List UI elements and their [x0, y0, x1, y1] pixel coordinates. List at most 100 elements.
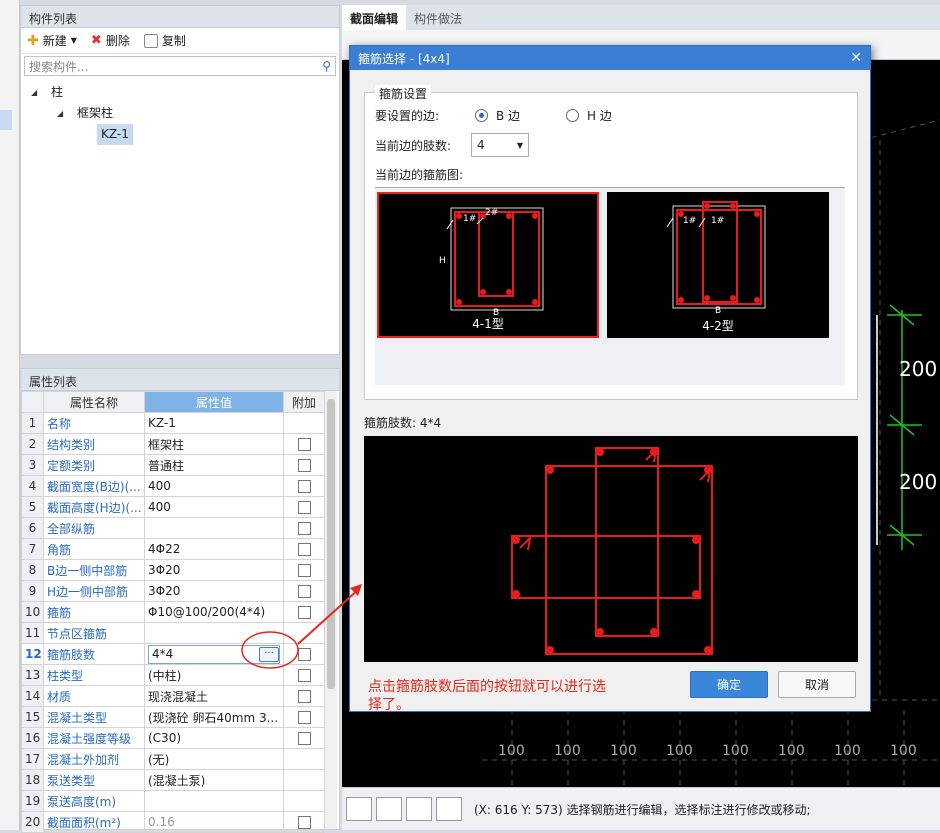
value-cell[interactable]: 现浇混凝土: [144, 685, 284, 707]
extra-checkbox[interactable]: [297, 711, 311, 724]
value-cell[interactable]: [144, 517, 284, 539]
component-list-title: 构件列表: [21, 6, 339, 28]
ok-button[interactable]: 确定: [690, 671, 768, 698]
dimension-label[interactable]: 200: [899, 357, 937, 381]
extra-cell: [283, 454, 325, 476]
value-cell[interactable]: 4*4 ···: [144, 643, 284, 665]
editor-tabs: 截面编辑 构件做法: [342, 5, 940, 30]
row-index: 9: [21, 580, 44, 602]
tree-node-frame-column[interactable]: ◢ 框架柱: [21, 103, 339, 124]
draw-line-button[interactable]: [376, 797, 402, 821]
value-cell[interactable]: Φ10@100/200(4*4): [144, 601, 284, 623]
delete-button[interactable]: ✖ 删除: [89, 30, 132, 51]
ortho-mode-button[interactable]: [346, 797, 372, 821]
value-cell[interactable]: (C30): [144, 727, 284, 749]
table-row[interactable]: 20 截面面积(m²) 0.16: [21, 811, 325, 833]
value-cell[interactable]: (中柱): [144, 664, 284, 686]
stirrup-count-input[interactable]: 4*4 ···: [148, 644, 280, 664]
table-row[interactable]: 13 柱类型 (中柱): [21, 664, 325, 686]
value-cell[interactable]: KZ-1: [144, 412, 284, 434]
extra-checkbox[interactable]: [297, 459, 311, 472]
add-point-button[interactable]: [436, 797, 462, 821]
table-row[interactable]: 4 截面宽度(B边)(... 400: [21, 475, 325, 497]
dimension-label[interactable]: 200: [899, 470, 937, 494]
table-row[interactable]: 6 全部纵筋: [21, 517, 325, 539]
table-row[interactable]: 9 H边一侧中部筋 3Φ20: [21, 580, 325, 602]
value-cell[interactable]: [144, 790, 284, 812]
table-row[interactable]: 16 混凝土强度等级 (C30): [21, 727, 325, 749]
extra-cell: [283, 643, 325, 665]
row-index: 1: [21, 412, 44, 434]
table-row[interactable]: 15 混凝土类型 (现浇砼 卵石40mm 3...: [21, 706, 325, 728]
extra-checkbox[interactable]: [297, 438, 311, 451]
tree-node-kz1[interactable]: KZ-1: [21, 124, 339, 145]
table-row[interactable]: 18 泵送类型 (混凝土泵): [21, 769, 325, 791]
extra-checkbox[interactable]: [297, 732, 311, 745]
table-row[interactable]: 19 泵送高度(m): [21, 790, 325, 812]
b-edge-radio[interactable]: [475, 109, 488, 122]
type-4-2-option[interactable]: 1# 1# B 4-2型: [607, 192, 829, 338]
tab-component-method[interactable]: 构件做法: [406, 5, 470, 30]
close-icon[interactable]: ✕: [850, 50, 862, 66]
count-select[interactable]: 4 ▼: [471, 133, 529, 157]
extra-checkbox[interactable]: [297, 816, 311, 829]
extra-checkbox[interactable]: [297, 585, 311, 598]
ellipsis-button[interactable]: ···: [259, 646, 279, 662]
value-cell[interactable]: (混凝土泵): [144, 769, 284, 791]
value-text: 4*4: [152, 647, 174, 661]
table-row[interactable]: 12 箍筋肢数 4*4 ···: [21, 643, 325, 665]
extra-checkbox[interactable]: [297, 648, 311, 661]
value-cell[interactable]: 3Φ20: [144, 580, 284, 602]
extra-cell: [283, 664, 325, 686]
table-row[interactable]: 10 箍筋 Φ10@100/200(4*4): [21, 601, 325, 623]
tab-section-edit[interactable]: 截面编辑: [342, 5, 407, 30]
extra-checkbox[interactable]: [297, 564, 311, 577]
table-row[interactable]: 17 混凝土外加剂 (无): [21, 748, 325, 770]
col-value-header: 属性值: [144, 391, 284, 413]
table-row[interactable]: 8 B边一侧中部筋 3Φ20: [21, 559, 325, 581]
search-input[interactable]: 搜索构件... ⚲: [24, 56, 336, 76]
cancel-button[interactable]: 取消: [778, 671, 856, 698]
attribute-scrollbar[interactable]: [325, 391, 337, 829]
value-cell[interactable]: (无): [144, 748, 284, 770]
value-cell[interactable]: 400: [144, 475, 284, 497]
type-4-1-option[interactable]: 1# 2# B H 4-1型: [377, 192, 599, 338]
table-row[interactable]: 14 材质 现浇混凝土: [21, 685, 325, 707]
table-row[interactable]: 1 名称 KZ-1: [21, 412, 325, 434]
value-cell[interactable]: [144, 622, 284, 644]
extra-checkbox[interactable]: [297, 690, 311, 703]
tree-label-column: 柱: [51, 85, 64, 99]
copy-icon: [143, 33, 158, 48]
new-button[interactable]: ✚ 新建 ▼: [25, 30, 79, 51]
left-edge-strip: [0, 0, 20, 830]
extra-cell: [283, 685, 325, 707]
expand-icon[interactable]: ◢: [31, 82, 37, 103]
table-row[interactable]: 2 结构类别 框架柱: [21, 433, 325, 455]
expand-icon[interactable]: ◢: [57, 103, 63, 124]
snap-button[interactable]: [406, 797, 432, 821]
table-row[interactable]: 7 角筋 4Φ22: [21, 538, 325, 560]
row-index: 11: [21, 622, 44, 644]
search-icon[interactable]: ⚲: [322, 59, 331, 73]
value-cell[interactable]: 普通柱: [144, 454, 284, 476]
extra-checkbox[interactable]: [297, 480, 311, 493]
h-edge-radio[interactable]: [566, 109, 579, 122]
row-index: 14: [21, 685, 44, 707]
tree-node-column[interactable]: ◢ 柱: [21, 82, 339, 103]
table-row[interactable]: 3 定额类别 普通柱: [21, 454, 325, 476]
copy-button[interactable]: 复制: [142, 30, 188, 51]
extra-checkbox[interactable]: [297, 501, 311, 514]
value-cell[interactable]: 框架柱: [144, 433, 284, 455]
value-cell[interactable]: (现浇砼 卵石40mm 3...: [144, 706, 284, 728]
table-row[interactable]: 11 节点区箍筋: [21, 622, 325, 644]
extra-checkbox[interactable]: [297, 669, 311, 682]
table-row[interactable]: 5 截面高度(H边)(... 400: [21, 496, 325, 518]
value-cell[interactable]: 0.16: [144, 811, 284, 833]
value-cell[interactable]: 400: [144, 496, 284, 518]
value-cell[interactable]: 4Φ22: [144, 538, 284, 560]
annotation-note: 点击箍筋肢数后面的按钮就可以进行选择了。: [368, 679, 606, 713]
extra-checkbox[interactable]: [297, 606, 311, 619]
extra-checkbox[interactable]: [297, 522, 311, 535]
value-cell[interactable]: 3Φ20: [144, 559, 284, 581]
extra-checkbox[interactable]: [297, 543, 311, 556]
